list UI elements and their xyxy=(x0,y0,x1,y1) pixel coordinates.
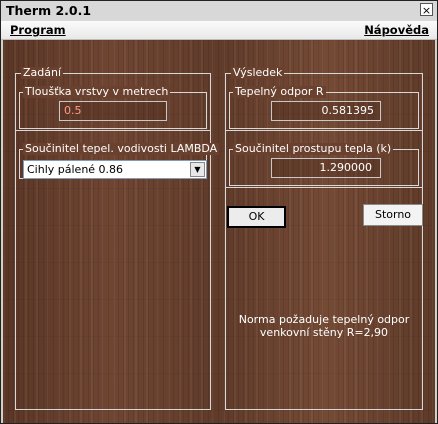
lambda-select[interactable]: Cihly pálené 0.86 ▼ xyxy=(23,160,207,179)
transfer-output: 1.290000 xyxy=(271,158,381,178)
norm-note-line1: Norma požaduje tepelný odpor xyxy=(238,313,410,326)
window-title: Therm 2.0.1 xyxy=(6,3,92,18)
wood-panel: Zadání Tloušťka vrstvy v metrech 0.5 Sou… xyxy=(3,40,435,423)
close-icon[interactable]: × xyxy=(420,3,433,17)
thickness-input[interactable]: 0.5 xyxy=(59,101,167,121)
divider xyxy=(225,130,423,131)
menu-bar: Program Nápověda xyxy=(1,21,437,40)
resistance-label: Tepelný odpor R xyxy=(233,85,326,98)
chevron-down-icon[interactable]: ▼ xyxy=(190,162,205,177)
cancel-button[interactable]: Storno xyxy=(363,204,423,226)
title-bar: Therm 2.0.1 × xyxy=(1,1,437,22)
menu-help[interactable]: Nápověda xyxy=(364,23,429,37)
norm-note-line2: venkovní stěny R=2,90 xyxy=(259,326,389,339)
lambda-label: Součinitel tepel. vodivosti LAMBDA xyxy=(23,142,220,155)
divider xyxy=(225,187,423,188)
lambda-selected-value: Cihly pálené 0.86 xyxy=(27,163,124,176)
ok-button[interactable]: OK xyxy=(227,206,286,228)
resistance-output: 0.581395 xyxy=(271,101,381,121)
divider xyxy=(15,130,211,131)
thickness-label: Tloušťka vrstvy v metrech xyxy=(23,85,171,98)
app-window: Therm 2.0.1 × Program Nápověda Zadání Tl… xyxy=(0,0,438,424)
transfer-label: Součinitel prostupu tepla (k) xyxy=(233,142,394,155)
result-group-title: Výsledek xyxy=(231,66,285,79)
menu-program[interactable]: Program xyxy=(10,23,66,37)
norm-note: Norma požaduje tepelný odpor venkovní st… xyxy=(225,313,423,339)
input-group-title: Zadání xyxy=(21,66,64,79)
